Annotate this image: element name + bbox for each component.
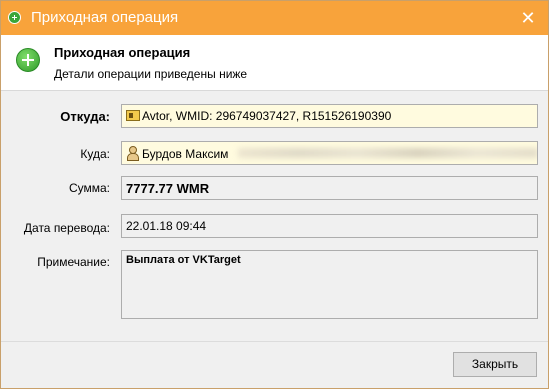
note-value: Выплата от VKTarget	[126, 254, 241, 266]
to-value: Бурдов Максим	[142, 147, 229, 161]
add-icon	[16, 48, 40, 72]
header-title: Приходная операция	[54, 45, 191, 60]
dialog-window: Приходная операция ✕ Приходная операция …	[0, 0, 549, 389]
header-subtitle: Детали операции приведены ниже	[54, 67, 248, 81]
note-field[interactable]: Выплата от VKTarget	[121, 250, 538, 319]
amount-value: 7777.77 WMR	[126, 181, 210, 196]
wmid-card-icon	[126, 110, 140, 121]
footer-divider	[1, 341, 548, 342]
from-label: Откуда:	[60, 109, 110, 124]
dialog-header: Приходная операция Детали операции приве…	[1, 35, 548, 91]
date-value: 22.01.18 09:44	[126, 219, 207, 233]
date-label: Дата перевода:	[23, 221, 110, 235]
window-title: Приходная операция	[31, 9, 179, 26]
close-button[interactable]: ✕	[516, 6, 540, 30]
redacted-area	[238, 148, 537, 158]
date-field: 22.01.18 09:44	[121, 214, 538, 238]
to-label: Куда:	[80, 147, 110, 161]
amount-field: 7777.77 WMR	[121, 176, 538, 200]
plus-icon	[8, 11, 21, 24]
from-value: Avtor, WMID: 296749037427, R151526190390	[142, 109, 392, 123]
close-dialog-button[interactable]: Закрыть	[453, 352, 537, 377]
note-label: Примечание:	[37, 255, 110, 269]
title-bar[interactable]: Приходная операция ✕	[1, 1, 548, 35]
amount-label: Сумма:	[68, 181, 110, 195]
person-icon	[126, 146, 139, 161]
from-field[interactable]: Avtor, WMID: 296749037427, R151526190390	[121, 104, 538, 128]
to-field[interactable]: Бурдов Максим	[121, 141, 538, 165]
